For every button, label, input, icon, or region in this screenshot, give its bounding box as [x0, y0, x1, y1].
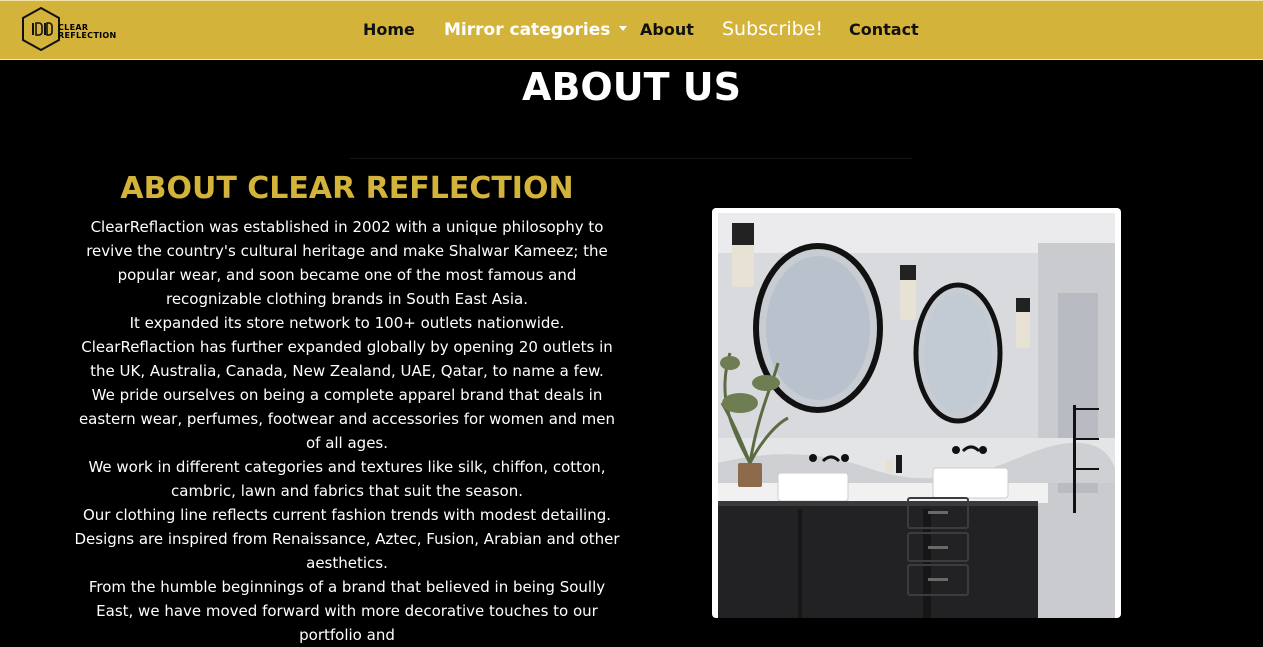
about-paragraph: ClearReflaction was established in 2002 … [86, 218, 608, 308]
about-paragraph: We pride ourselves on being a complete a… [78, 386, 616, 452]
nav-mirror-categories-label: Mirror categories [444, 20, 611, 40]
about-body: ClearReflaction was established in 2002 … [72, 215, 622, 647]
about-paragraph: It expanded its store network to 100+ ou… [81, 314, 613, 380]
nav-about-link[interactable]: About [640, 20, 694, 40]
nav-mirror-categories-dropdown[interactable]: Mirror categories [444, 20, 628, 40]
caret-down-icon [619, 25, 628, 31]
nav-subscribe-link[interactable]: Subscribe! [722, 19, 823, 39]
nav-contact-link[interactable]: Contact [849, 20, 919, 40]
bathroom-photo-frame [712, 208, 1121, 618]
section-divider [350, 158, 912, 159]
about-heading: ABOUT CLEAR REFLECTION [120, 171, 574, 206]
about-paragraph: From the humble beginnings of a brand th… [88, 578, 606, 644]
navbar: CLEAR REFLECTION Home Mirror categories … [0, 0, 1263, 60]
logo-line-reflection: REFLECTION [58, 31, 117, 40]
bathroom-mirror-photo [718, 213, 1115, 618]
about-paragraph: Our clothing line reflects current fashi… [82, 506, 612, 524]
logo-text: CLEAR REFLECTION [58, 24, 116, 40]
nav-home-link[interactable]: Home [363, 20, 415, 40]
about-paragraph: Designs are inspired from Renaissance, A… [74, 530, 620, 572]
about-paragraph: We work in different categories and text… [88, 458, 606, 500]
page-title: ABOUT US [522, 65, 741, 109]
brand-logo[interactable]: CLEAR REFLECTION [21, 6, 116, 54]
